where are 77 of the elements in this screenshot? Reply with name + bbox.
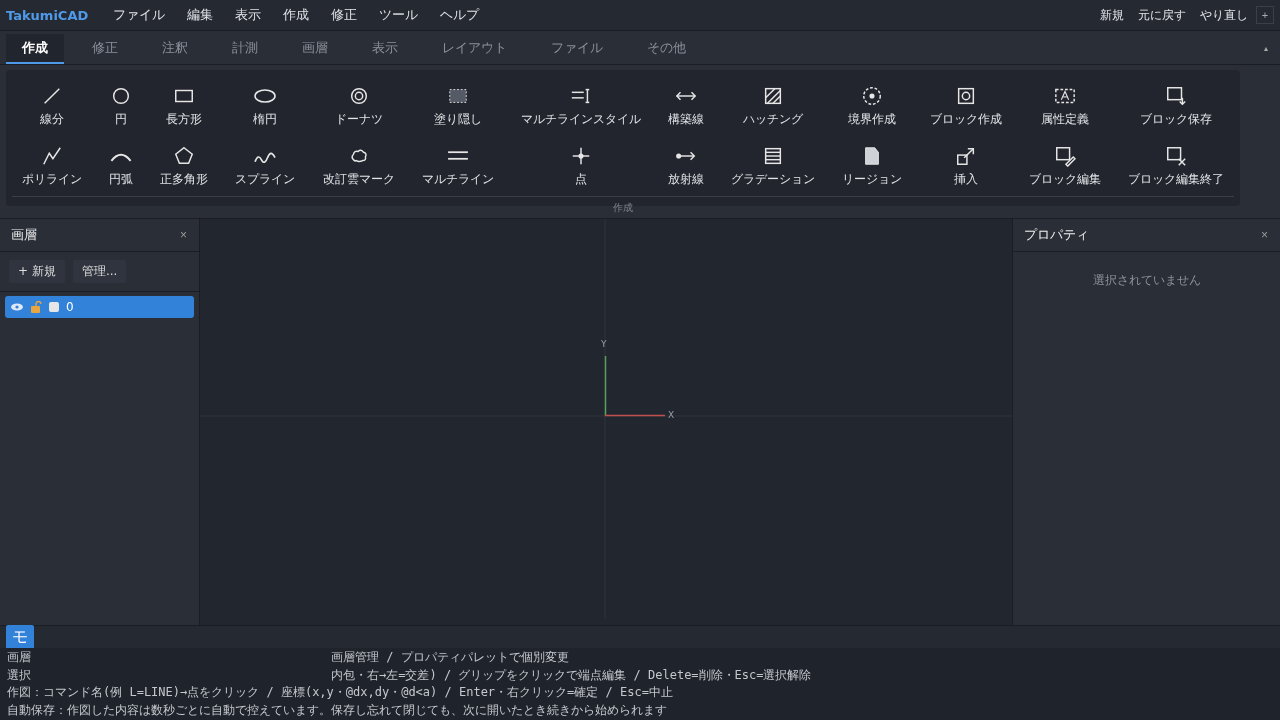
tool-button[interactable]: 楕円 xyxy=(233,76,298,136)
ribbon-tab[interactable]: 修正 xyxy=(76,34,134,64)
block-close-icon xyxy=(1164,144,1187,167)
tool-button[interactable]: 構築線 xyxy=(666,76,707,136)
tool-button[interactable]: グラデーション xyxy=(729,136,818,196)
toolbar-button[interactable]: 新規 xyxy=(1100,6,1124,24)
tool-button[interactable]: 塗り隠し xyxy=(419,76,496,136)
add-button[interactable]: + xyxy=(1256,6,1274,24)
menu-item[interactable]: 修正 xyxy=(331,6,358,24)
tool-button[interactable]: 境界作成 xyxy=(840,76,905,136)
tool-button[interactable]: ドーナツ xyxy=(320,76,397,136)
ellipse-icon xyxy=(254,88,277,103)
lock-icon[interactable] xyxy=(30,301,42,313)
ribbon-tab[interactable]: 作成 xyxy=(6,34,64,64)
color-swatch[interactable] xyxy=(49,302,59,312)
collapse-button[interactable]: ▴ xyxy=(1258,43,1274,54)
help-text: 自動保存：作図した内容は数秒ごとに自動で控えています。保存し忘れて閉じても、次に開いたとき続きから始められます xyxy=(7,701,667,719)
tool-button[interactable]: 円弧 xyxy=(107,136,136,196)
double-line-icon xyxy=(446,151,469,160)
tool-button[interactable]: 長方形 xyxy=(158,76,211,136)
empty-message: 選択されていません xyxy=(1091,272,1202,289)
ribbon-tab[interactable]: 注釈 xyxy=(146,34,204,64)
tool-button[interactable]: 正多角形 xyxy=(158,136,211,196)
axis-label: Y xyxy=(601,339,607,349)
menu-item[interactable]: ヘルプ xyxy=(440,6,480,24)
menu-item[interactable]: ファイル xyxy=(113,6,166,24)
tool-button[interactable]: 属性定義 xyxy=(1026,76,1103,136)
close-button[interactable]: × xyxy=(180,228,187,242)
app-logo-text: TakumiCAD xyxy=(6,7,89,23)
menu-item[interactable]: ツール xyxy=(379,6,419,24)
help-text: 内包・右→左=交差) / グリップをクリックで端点編集 / Delete=削除・Esc=選択解除 xyxy=(331,666,812,684)
block-save-icon xyxy=(1164,84,1187,107)
tool-button[interactable]: ポリライン xyxy=(20,136,84,196)
tool-button[interactable]: 点 xyxy=(518,136,643,196)
tool-button[interactable]: 改訂雲マーク xyxy=(320,136,397,196)
help-text: 画層管理 / プロパティパレットで個別変更 xyxy=(331,649,569,666)
menu-item[interactable]: 作成 xyxy=(283,6,310,24)
new-layer-button[interactable]: + 新規 xyxy=(8,259,66,284)
layer-row[interactable]: 0 xyxy=(5,296,194,318)
ribbon-tab[interactable]: レイアウト xyxy=(426,34,523,64)
toolbar-button[interactable]: 元に戻す xyxy=(1138,6,1186,24)
tool-button[interactable]: リージョン xyxy=(840,136,905,196)
help-text: 作図：コマンド名(例 L=LINE)→点をクリック / 座標(x,y・@dx,dy・@d<a) / Enter・右クリック=確定 / Esc=中止 xyxy=(7,684,673,701)
toolbar-button[interactable]: やり直し xyxy=(1200,6,1248,24)
axis-label: X xyxy=(668,410,675,420)
tool-button[interactable]: ハッチング xyxy=(729,76,818,136)
help-text: 画層 xyxy=(7,649,31,666)
tool-button[interactable]: マルチラインスタイル xyxy=(518,76,643,136)
tool-button[interactable]: ブロック編集終了 xyxy=(1125,136,1226,196)
drawing-canvas[interactable]: Y X xyxy=(199,219,1013,625)
tool-button[interactable]: スプライン xyxy=(233,136,298,196)
ribbon-tab[interactable]: ファイル xyxy=(535,34,619,64)
pentagon-icon xyxy=(173,144,196,167)
tool-button[interactable]: 放射線 xyxy=(666,136,707,196)
tool-button[interactable]: 挿入 xyxy=(927,136,1004,196)
ribbon-tab[interactable]: 計測 xyxy=(216,34,274,64)
help-text: 選択 xyxy=(7,666,31,684)
tool-button[interactable]: 線分 xyxy=(20,76,84,136)
manage-button[interactable]: 管理... xyxy=(71,259,128,284)
block-edit-icon xyxy=(1053,144,1076,167)
ribbon-tab[interactable]: 表示 xyxy=(356,34,414,64)
ribbon-tab[interactable]: 画層 xyxy=(286,34,344,64)
eye-icon[interactable] xyxy=(11,303,23,311)
tool-button[interactable]: マルチライン xyxy=(419,136,496,196)
layer-name: 0 xyxy=(66,300,74,314)
group-label: 作成 xyxy=(12,196,1234,215)
menu-item[interactable]: 表示 xyxy=(235,6,262,24)
tool-button[interactable]: 円 xyxy=(107,76,136,136)
panel-title: プロパティ xyxy=(1024,226,1089,244)
ribbon-tab[interactable]: その他 xyxy=(631,34,702,64)
tool-button[interactable]: ブロック保存 xyxy=(1125,76,1226,136)
panel-title: 画層 xyxy=(11,226,37,244)
menu-item[interactable]: 編集 xyxy=(187,6,214,24)
dashed-circle-icon xyxy=(861,84,884,107)
close-button[interactable]: × xyxy=(1261,228,1268,242)
tool-button[interactable]: ブロック編集 xyxy=(1026,136,1103,196)
tool-button[interactable]: ブロック作成 xyxy=(927,76,1004,136)
